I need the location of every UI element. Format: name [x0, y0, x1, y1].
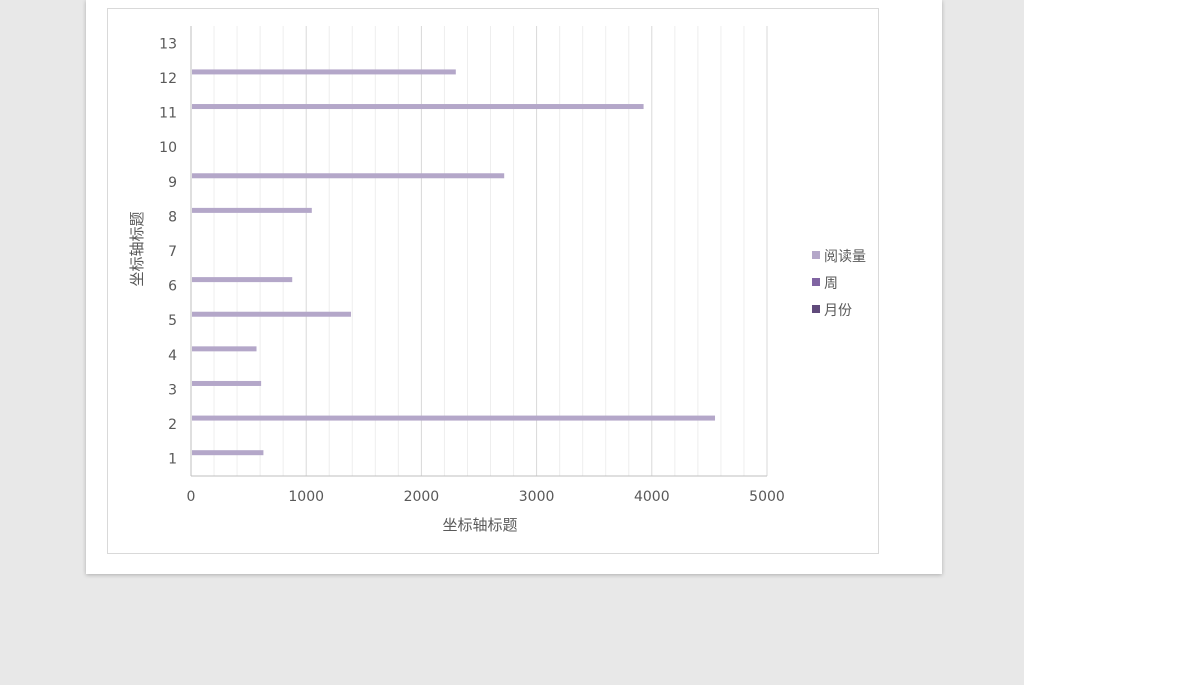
x-tick-label: 0 — [187, 489, 196, 505]
bar — [192, 104, 644, 110]
y-tick-label: 9 — [168, 175, 177, 191]
bar — [192, 311, 351, 317]
bar — [192, 69, 456, 75]
x-tick-label: 5000 — [749, 489, 785, 505]
y-tick-label: 7 — [168, 244, 177, 260]
y-tick-label: 1 — [168, 452, 177, 468]
x-tick-label: 4000 — [634, 489, 670, 505]
y-tick-label: 2 — [168, 417, 177, 433]
y-tick-label: 6 — [168, 279, 177, 295]
bar — [192, 207, 312, 213]
legend-label: 阅读量 — [824, 248, 866, 265]
y-tick-label: 12 — [159, 71, 177, 87]
y-tick-label: 11 — [159, 106, 177, 122]
bar — [192, 415, 716, 421]
legend-swatch — [812, 251, 820, 259]
bar — [192, 277, 293, 283]
y-axis-title: 坐标轴标题 — [128, 211, 146, 286]
x-tick-label: 3000 — [519, 489, 555, 505]
y-tick-label: 8 — [168, 209, 177, 225]
y-tick-label: 4 — [168, 348, 177, 364]
x-axis-title: 坐标轴标题 — [442, 516, 517, 534]
legend-label: 月份 — [824, 303, 852, 319]
legend-label: 周 — [824, 276, 838, 292]
legend-swatch — [812, 305, 820, 313]
bar — [192, 380, 262, 386]
bar-chart: 0 1000 2000 3000 4000 500012345678910111213坐标… — [128, 26, 866, 534]
bar — [192, 173, 505, 179]
y-tick-label: 10 — [159, 140, 177, 156]
x-tick-label: 2000 — [404, 489, 440, 505]
legend-swatch — [812, 278, 820, 286]
chart-area[interactable]: 0 1000 2000 3000 4000 5000 1 2 3 4 5 6 7 8 9 10 11 12 13 坐标… — [107, 8, 879, 554]
x-tick-label: 1000 — [288, 489, 324, 505]
bar — [192, 450, 264, 456]
y-tick-label: 5 — [168, 313, 177, 329]
y-tick-label: 3 — [168, 382, 177, 398]
y-tick-label: 13 — [159, 36, 177, 52]
bar — [192, 346, 257, 352]
